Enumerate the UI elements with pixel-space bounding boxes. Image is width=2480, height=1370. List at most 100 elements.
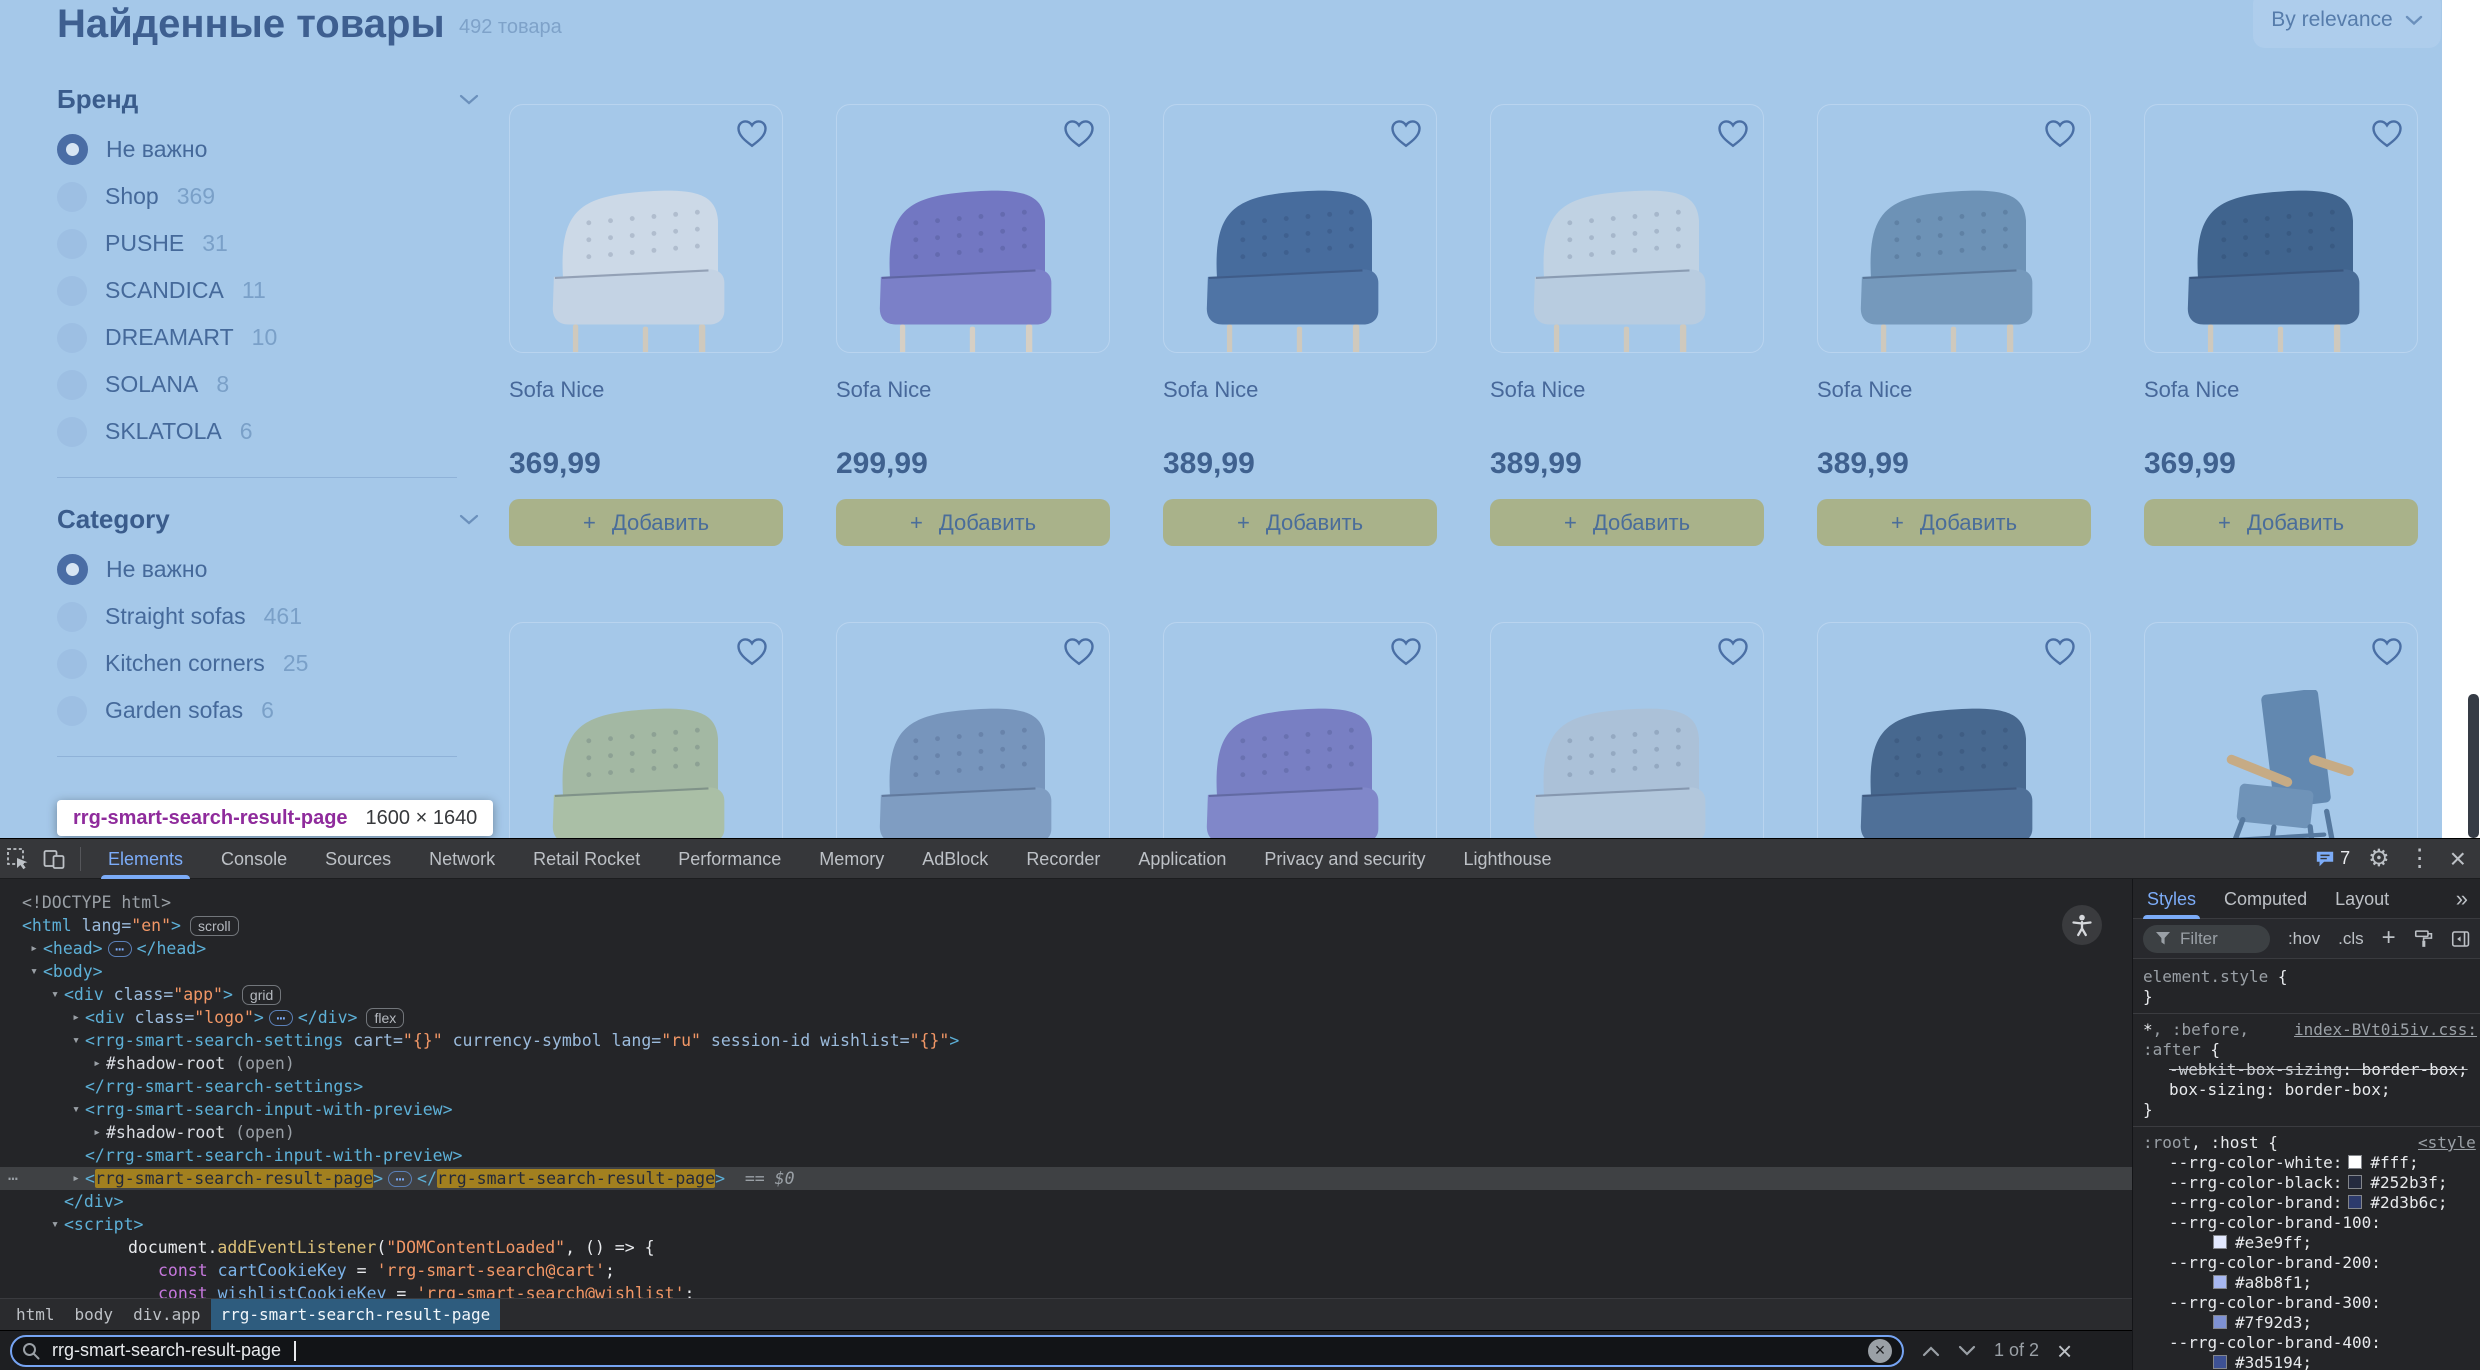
checkbox-circle-icon[interactable] — [57, 229, 87, 259]
expand-arrow-icon[interactable]: ▸ — [88, 1056, 106, 1071]
next-match-icon[interactable] — [1958, 1345, 1976, 1357]
filter-option[interactable]: Не важно — [57, 546, 457, 593]
close-find-icon[interactable]: × — [2057, 1338, 2072, 1364]
breadcrumb-item[interactable]: html — [6, 1299, 65, 1330]
add-to-cart-button[interactable]: +Добавить — [836, 499, 1110, 546]
style-line[interactable]: --rrg-color-white:#fff; — [2133, 1153, 2480, 1173]
settings-gear-icon[interactable]: ⚙ — [2368, 847, 2390, 871]
style-line[interactable]: box-sizing: border-box; — [2133, 1080, 2480, 1100]
radio-selected-icon[interactable] — [57, 554, 88, 585]
tab-memory[interactable]: Memory — [800, 839, 903, 879]
tab-lighthouse[interactable]: Lighthouse — [1444, 839, 1570, 879]
badge-grid[interactable]: grid — [242, 985, 281, 1005]
color-swatch[interactable] — [2348, 1155, 2362, 1169]
tree-row[interactable]: ▾<rrg-smart-search-settings cart="{}" cu… — [0, 1029, 2132, 1052]
filter-group-title[interactable]: Бренд — [57, 84, 457, 116]
style-line[interactable]: #a8b8f1; — [2133, 1273, 2480, 1293]
style-line[interactable]: --rrg-color-brand:#2d3b6c; — [2133, 1193, 2480, 1213]
badge-scroll[interactable]: scroll — [190, 916, 239, 936]
product-card[interactable]: Sofa Nice369,99+Добавить — [2144, 104, 2418, 546]
color-swatch[interactable] — [2348, 1195, 2362, 1209]
expand-arrow-icon[interactable]: ▸ — [88, 1125, 106, 1140]
tree-row[interactable]: const cartCookieKey = 'rrg-smart-search@… — [0, 1259, 2132, 1282]
product-card[interactable] — [509, 622, 783, 838]
add-to-cart-button[interactable]: +Добавить — [1817, 499, 2091, 546]
expand-arrow-open-icon[interactable]: ▾ — [46, 1217, 64, 1232]
product-card[interactable]: Sofa Nice299,99+Добавить — [836, 104, 1110, 546]
style-line[interactable]: --rrg-color-brand-100: — [2133, 1213, 2480, 1233]
heart-icon[interactable] — [2369, 633, 2405, 669]
filter-option[interactable]: Shop369 — [57, 173, 457, 220]
filter-option[interactable]: PUSHE31 — [57, 220, 457, 267]
expand-inline-icon[interactable]: ⋯ — [108, 941, 132, 957]
heart-icon[interactable] — [1715, 633, 1751, 669]
style-line[interactable]: --rrg-color-brand-200: — [2133, 1253, 2480, 1273]
heart-icon[interactable] — [1715, 115, 1751, 151]
style-line[interactable]: #e3e9ff; — [2133, 1233, 2480, 1253]
style-line[interactable]: --rrg-color-black:#252b3f; — [2133, 1173, 2480, 1193]
radio-selected-icon[interactable] — [57, 134, 88, 165]
product-card[interactable] — [1817, 622, 2091, 838]
device-toolbar-icon[interactable] — [36, 839, 72, 879]
tree-row[interactable]: ▾<body> — [0, 960, 2132, 983]
heart-icon[interactable] — [2369, 115, 2405, 151]
color-swatch[interactable] — [2213, 1315, 2227, 1329]
console-messages-button[interactable]: 7 — [2315, 848, 2350, 869]
style-line[interactable]: #7f92d3; — [2133, 1313, 2480, 1333]
tree-row[interactable]: ▸#shadow-root (open) — [0, 1052, 2132, 1075]
style-line[interactable]: --rrg-color-brand-400: — [2133, 1333, 2480, 1353]
tree-row[interactable]: </rrg-smart-search-settings> — [0, 1075, 2132, 1098]
product-card[interactable] — [1490, 622, 1764, 838]
style-line[interactable]: :after { — [2133, 1040, 2480, 1060]
tab-application[interactable]: Application — [1119, 839, 1245, 879]
styles-filter-input[interactable]: Filter — [2143, 925, 2270, 953]
add-to-cart-button[interactable]: +Добавить — [2144, 499, 2418, 546]
heart-icon[interactable] — [1388, 633, 1424, 669]
tab-console[interactable]: Console — [202, 839, 306, 879]
kebab-menu-icon[interactable]: ⋮ — [2408, 847, 2432, 871]
tree-row[interactable]: ▾<script> — [0, 1213, 2132, 1236]
styles-tab-computed[interactable]: Computed — [2210, 879, 2321, 919]
tab-adblock[interactable]: AdBlock — [903, 839, 1007, 879]
style-line[interactable]: } — [2133, 987, 2480, 1007]
style-line[interactable]: } — [2133, 1100, 2480, 1120]
stylesheet-link[interactable]: <style — [2418, 1133, 2480, 1153]
expand-inline-icon[interactable]: ⋯ — [388, 1171, 412, 1187]
sort-dropdown[interactable]: By relevance — [2253, 0, 2441, 48]
style-line[interactable]: --rrg-color-brand-300: — [2133, 1293, 2480, 1313]
heart-icon[interactable] — [2042, 633, 2078, 669]
tree-row[interactable]: <html lang="en">scroll — [0, 914, 2132, 937]
tab-privacy-and-security[interactable]: Privacy and security — [1245, 839, 1444, 879]
inspect-element-icon[interactable] — [0, 839, 36, 879]
badge-flex[interactable]: flex — [366, 1008, 404, 1028]
tree-row[interactable]: ▾<div class="app">grid — [0, 983, 2132, 1006]
tab-sources[interactable]: Sources — [306, 839, 410, 879]
color-swatch[interactable] — [2213, 1355, 2227, 1369]
tree-row[interactable]: ▾<rrg-smart-search-input-with-preview> — [0, 1098, 2132, 1121]
breadcrumb-item[interactable]: div.app — [123, 1299, 210, 1330]
previous-match-icon[interactable] — [1922, 1345, 1940, 1357]
more-tabs-icon[interactable]: » — [2456, 886, 2480, 912]
filter-option[interactable]: SOLANA8 — [57, 361, 457, 408]
expand-arrow-icon[interactable]: ▸ — [25, 941, 43, 956]
add-to-cart-button[interactable]: +Добавить — [1490, 499, 1764, 546]
stylesheet-link[interactable]: index-BVt0i5iv.css: — [2294, 1020, 2480, 1040]
tab-recorder[interactable]: Recorder — [1007, 839, 1119, 879]
expand-inline-icon[interactable]: ⋯ — [269, 1010, 293, 1026]
color-swatch[interactable] — [2213, 1275, 2227, 1289]
style-line[interactable]: element.style { — [2133, 967, 2480, 987]
heart-icon[interactable] — [1388, 115, 1424, 151]
product-card[interactable]: Sofa Nice369,99+Добавить — [509, 104, 783, 546]
tab-performance[interactable]: Performance — [659, 839, 800, 879]
checkbox-circle-icon[interactable] — [57, 182, 87, 212]
checkbox-circle-icon[interactable] — [57, 276, 87, 306]
search-input[interactable]: rrg-smart-search-result-page × — [10, 1335, 1904, 1367]
style-line[interactable]: *, :before,index-BVt0i5iv.css: — [2133, 1020, 2480, 1040]
product-card[interactable] — [836, 622, 1110, 838]
checkbox-circle-icon[interactable] — [57, 370, 87, 400]
checkbox-circle-icon[interactable] — [57, 696, 87, 726]
add-to-cart-button[interactable]: +Добавить — [1163, 499, 1437, 546]
product-card[interactable] — [2144, 622, 2418, 838]
clear-search-icon[interactable]: × — [1868, 1339, 1892, 1363]
tree-row[interactable]: </rrg-smart-search-input-with-preview> — [0, 1144, 2132, 1167]
